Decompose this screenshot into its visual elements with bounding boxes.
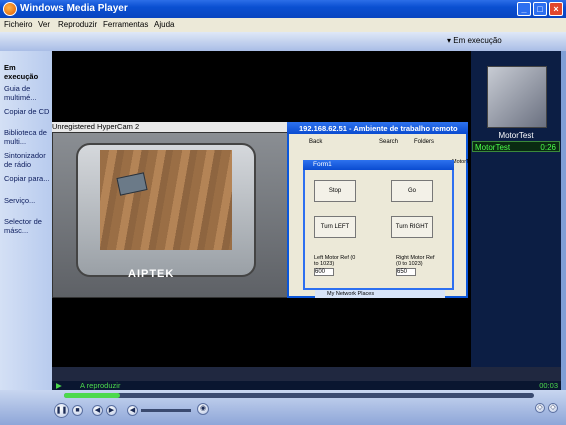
title-bar: Windows Media Player _ □ × bbox=[0, 0, 566, 18]
volume-slider[interactable] bbox=[141, 409, 191, 412]
media-info-button[interactable]: ◉ bbox=[197, 403, 209, 415]
fullscreen-button[interactable]: ◇ bbox=[535, 403, 545, 413]
menu-ver[interactable]: Ver bbox=[38, 20, 50, 29]
camera-brand: AIPTEK bbox=[128, 268, 175, 280]
form1-title-bar: Form1 bbox=[303, 160, 454, 170]
folders-button[interactable]: Folders bbox=[414, 139, 434, 145]
menu-ficheiro[interactable]: Ficheiro bbox=[4, 20, 32, 29]
go-button[interactable]: Go bbox=[391, 180, 433, 202]
playlist-title: MotorTest bbox=[498, 131, 534, 140]
status-bar: ▶ A reproduzir 00:03 bbox=[52, 381, 561, 390]
video-bottom-bar bbox=[52, 367, 561, 381]
stop-button[interactable]: Stop bbox=[314, 180, 356, 202]
left-navigation: Em execução Guia de multimé... Copiar de… bbox=[0, 51, 52, 390]
seek-bar[interactable] bbox=[64, 393, 534, 398]
search-button[interactable]: Search bbox=[379, 139, 398, 145]
close-button[interactable]: × bbox=[549, 2, 563, 16]
right-motor-label: Right Motor Ref (0 to 1023) bbox=[396, 255, 435, 267]
left-motor-label: Left Motor Ref (0 to 1023) bbox=[314, 255, 356, 267]
remote-desktop-title: 192.168.62.51 - Ambiente de trabalho rem… bbox=[287, 122, 468, 134]
menu-ferramentas[interactable]: Ferramentas bbox=[103, 20, 148, 29]
elapsed-time: 00:03 bbox=[539, 381, 558, 390]
nav-item-services[interactable]: Serviço... bbox=[4, 196, 50, 205]
right-border bbox=[561, 51, 566, 391]
camera-view bbox=[100, 150, 232, 250]
mute-button[interactable]: ◀ bbox=[127, 405, 138, 416]
minimize-button[interactable]: _ bbox=[517, 2, 531, 16]
turn-left-button[interactable]: Turn LEFT bbox=[314, 216, 356, 238]
wmp-logo-icon bbox=[3, 2, 17, 16]
turn-right-button[interactable]: Turn RIGHT bbox=[391, 216, 433, 238]
back-button[interactable]: Back bbox=[309, 139, 322, 145]
left-motor-input[interactable]: 600 bbox=[314, 268, 334, 276]
nav-item-skin-chooser[interactable]: Selector de másc... bbox=[4, 217, 50, 235]
compact-mode-button[interactable]: ◇ bbox=[548, 403, 558, 413]
menu-bar: Ficheiro Ver Reproduzir Ferramentas Ajud… bbox=[0, 18, 566, 32]
now-playing-dropdown[interactable]: ▾ Em execução bbox=[447, 36, 559, 49]
maximize-button[interactable]: □ bbox=[533, 2, 547, 16]
play-indicator-icon: ▶ bbox=[56, 381, 62, 390]
next-button[interactable]: ▶ bbox=[106, 405, 117, 416]
nav-item-media-guide[interactable]: Guia de multimé... bbox=[4, 84, 50, 102]
nav-item-library[interactable]: Biblioteca de multi... bbox=[4, 128, 50, 146]
network-places: My Network Places bbox=[315, 290, 445, 298]
nav-item-radio[interactable]: Sintonizador de rádio bbox=[4, 151, 50, 169]
pause-button[interactable]: ❚❚ bbox=[54, 403, 69, 418]
album-art bbox=[487, 66, 547, 128]
nav-item-rip-cd[interactable]: Copiar de CD bbox=[4, 107, 50, 116]
menu-reproduzir[interactable]: Reproduzir bbox=[58, 20, 97, 29]
nav-item-now-playing[interactable]: Em execução bbox=[4, 63, 50, 81]
hypercam-title: Unregistered HyperCam 2 bbox=[52, 122, 292, 132]
playlist-item[interactable]: MotorTest 0:26 bbox=[472, 141, 560, 152]
window-title: Windows Media Player bbox=[20, 3, 128, 14]
explorer-toolbar: Back Search Folders bbox=[289, 135, 466, 149]
menu-ajuda[interactable]: Ajuda bbox=[154, 20, 174, 29]
status-text: A reproduzir bbox=[80, 381, 121, 390]
seek-progress bbox=[64, 393, 121, 398]
nav-item-burn[interactable]: Copiar para... bbox=[4, 174, 50, 183]
right-motor-input[interactable]: 650 bbox=[396, 268, 416, 276]
stop-media-button[interactable]: ■ bbox=[72, 405, 83, 416]
previous-button[interactable]: ◀ bbox=[92, 405, 103, 416]
